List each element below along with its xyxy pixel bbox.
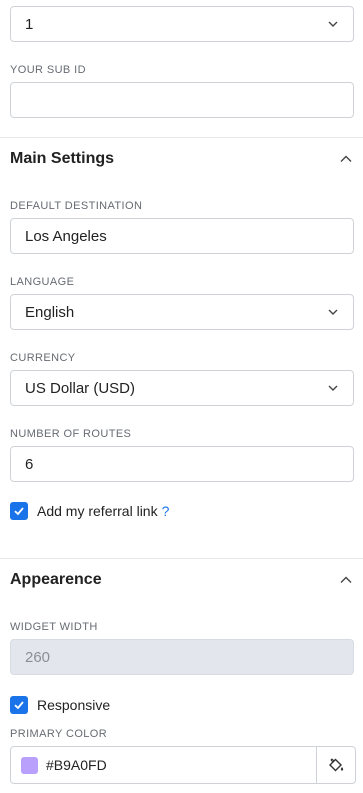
referral-link-row[interactable]: Add my referral link ? [10,502,169,520]
currency-select[interactable]: US Dollar (USD) [10,370,354,406]
chevron-down-icon [328,385,338,391]
main-settings-title: Main Settings [10,150,115,167]
widget-width-input: 260 [10,639,354,675]
divider [0,558,363,559]
top-select-value: 1 [25,15,34,33]
color-swatch[interactable] [21,756,38,774]
top-select[interactable]: 1 [10,6,354,42]
primary-color-field[interactable]: #B9A0FD [10,746,356,784]
currency-label: CURRENCY [10,352,76,364]
primary-color-value: #B9A0FD [46,757,107,773]
help-icon[interactable]: ? [162,503,170,519]
language-select[interactable]: English [10,294,354,330]
color-picker-button[interactable] [316,747,355,783]
primary-color-label: PRIMARY COLOR [10,728,108,740]
number-of-routes-input[interactable]: 6 [10,446,354,482]
appearance-title: Appearence [10,571,102,588]
paint-bucket-icon [329,758,344,772]
chevron-up-icon[interactable] [339,152,353,166]
referral-label: Add my referral link [37,503,158,519]
responsive-checkbox[interactable] [10,696,28,714]
language-value: English [25,303,75,321]
chevron-down-icon [328,309,338,315]
sub-id-input[interactable] [10,82,354,118]
language-label: LANGUAGE [10,276,75,288]
checkmark-icon [14,507,24,516]
widget-width-label: WIDGET WIDTH [10,621,98,633]
responsive-row[interactable]: Responsive [10,696,110,714]
chevron-up-icon[interactable] [339,573,353,587]
chevron-down-icon [328,21,338,27]
default-destination-label: DEFAULT DESTINATION [10,200,143,212]
number-of-routes-label: NUMBER OF ROUTES [10,428,132,440]
sub-id-label: YOUR SUB ID [10,64,86,76]
default-destination-input[interactable]: Los Angeles [10,218,354,254]
responsive-label: Responsive [37,697,111,713]
checkmark-icon [14,701,24,710]
referral-checkbox[interactable] [10,502,28,520]
divider [0,137,363,138]
currency-value: US Dollar (USD) [25,379,136,397]
